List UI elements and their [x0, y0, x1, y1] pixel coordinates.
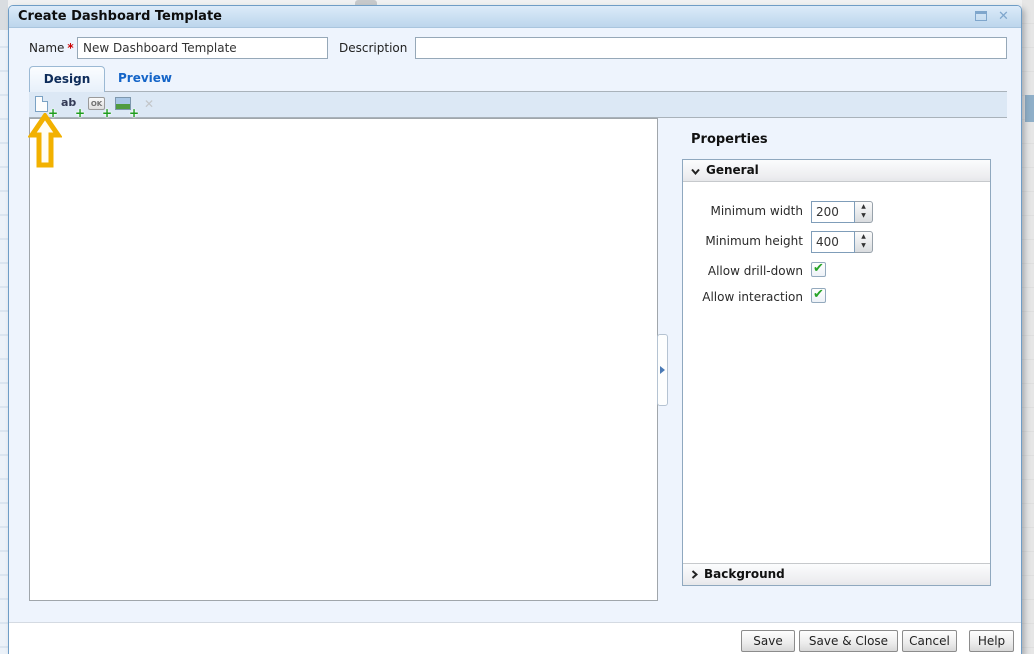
add-button-button[interactable]: OK +	[88, 95, 109, 115]
plus-badge-icon: +	[75, 107, 85, 119]
allow-drill-down-checkbox[interactable]: ✔	[811, 262, 826, 277]
delete-x-icon: ✕	[144, 97, 154, 111]
background-app-left-corner	[0, 0, 8, 30]
add-image-button[interactable]: +	[115, 95, 136, 115]
delete-button[interactable]: ✕	[142, 95, 163, 115]
tab-preview[interactable]: Preview	[105, 66, 185, 92]
allow-interaction-label: Allow interaction	[683, 290, 803, 304]
chevron-right-icon	[691, 570, 698, 579]
dialog-title: Create Dashboard Template	[18, 9, 222, 24]
save-and-close-button[interactable]: Save & Close	[799, 630, 898, 652]
section-label-background: Background	[704, 567, 785, 581]
check-icon: ✔	[813, 287, 824, 302]
add-panel-button[interactable]: +	[34, 95, 55, 115]
spin-down-button[interactable]: ▼	[855, 211, 872, 222]
properties-panel-title: Properties	[691, 132, 768, 147]
min-width-input[interactable]	[811, 201, 855, 223]
help-button[interactable]: Help	[969, 630, 1014, 652]
design-toolbar: + ab + OK + + ✕	[29, 91, 1007, 118]
dialog-titlebar[interactable]: Create Dashboard Template ✕	[9, 6, 1021, 28]
maximize-button[interactable]	[974, 10, 989, 24]
allow-interaction-checkbox[interactable]: ✔	[811, 288, 826, 303]
cancel-button[interactable]: Cancel	[902, 630, 957, 652]
min-width-label: Minimum width	[683, 204, 803, 218]
tab-bar: Design Preview	[9, 66, 1021, 92]
screen: Create Dashboard Template ✕ Name* Descri…	[0, 0, 1034, 654]
min-height-label: Minimum height	[683, 234, 803, 248]
field-row-interaction: Allow interaction ✔	[683, 287, 990, 309]
description-label: Description	[339, 41, 407, 55]
panel-splitter-handle[interactable]	[657, 334, 668, 406]
save-button[interactable]: Save	[741, 630, 795, 652]
tab-design[interactable]: Design	[29, 66, 105, 92]
chevron-down-icon	[691, 168, 700, 175]
maximize-icon	[975, 11, 987, 21]
min-height-input[interactable]	[811, 231, 855, 253]
create-dashboard-template-dialog: Create Dashboard Template ✕ Name* Descri…	[8, 5, 1022, 654]
background-app-left-strip	[0, 0, 8, 654]
highlight-up-arrow-icon	[28, 113, 62, 169]
section-header-background[interactable]: Background	[683, 563, 990, 585]
description-input[interactable]	[415, 37, 1007, 59]
name-description-row: Name* Description	[9, 37, 1021, 61]
section-label-general: General	[706, 163, 759, 177]
field-row-min-width: Minimum width ▲ ▼	[683, 201, 990, 223]
add-text-button[interactable]: ab +	[61, 95, 82, 115]
field-row-drill-down: Allow drill-down ✔	[683, 261, 990, 283]
check-icon: ✔	[813, 261, 824, 276]
properties-box: General Minimum width ▲ ▼ Minimum height…	[682, 159, 991, 586]
splitter-arrow-icon	[660, 366, 665, 374]
spin-down-button[interactable]: ▼	[855, 241, 872, 252]
name-input[interactable]	[77, 37, 328, 59]
section-header-general[interactable]: General	[683, 160, 990, 182]
dialog-footer: Save Save & Close Cancel Help	[9, 622, 1021, 654]
allow-drill-down-label: Allow drill-down	[683, 264, 803, 278]
name-label: Name*	[29, 41, 74, 55]
new-page-icon	[35, 96, 48, 112]
design-canvas[interactable]	[29, 118, 658, 601]
min-height-spinner: ▲ ▼	[855, 231, 873, 253]
min-width-spinner: ▲ ▼	[855, 201, 873, 223]
background-app-table-header	[1025, 95, 1034, 122]
plus-badge-icon: +	[129, 107, 139, 119]
field-row-min-height: Minimum height ▲ ▼	[683, 231, 990, 253]
plus-badge-icon: +	[102, 107, 112, 119]
required-marker: *	[67, 41, 73, 55]
close-button[interactable]: ✕	[996, 10, 1011, 24]
